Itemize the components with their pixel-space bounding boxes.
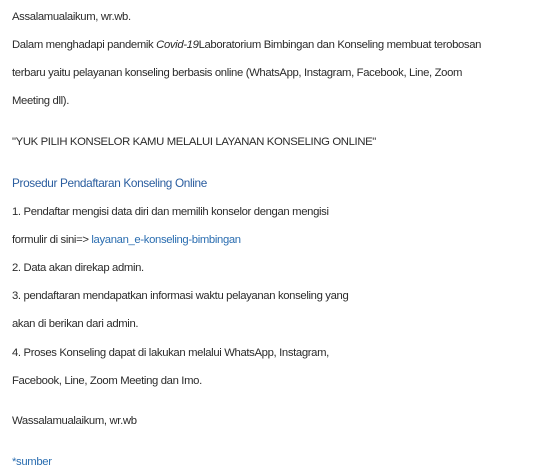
step-1-line-1: 1. Pendaftar mengisi data diri dan memil… [12, 206, 329, 218]
tagline-text: "YUK PILIH KONSELOR KAMU MELALUI LAYANAN… [12, 136, 376, 148]
intro-paragraph-line-1: Dalam menghadapi pandemik Covid-19Labora… [12, 38, 481, 52]
intro-text-end: Laboratorium Bimbingan dan Konseling mem… [198, 39, 482, 51]
step-2-text: 2. Data akan direkap admin. [12, 262, 144, 274]
intro-paragraph-line-3: Meeting dll). [12, 95, 69, 107]
registration-form-link[interactable]: layanan_e-konseling-bimbingan [91, 234, 241, 246]
source-link[interactable]: *sumber [12, 456, 52, 468]
step-1-line-2: formulir di sini=> layanan_e-konseling-b… [12, 233, 241, 247]
step-4-line-1: 4. Proses Konseling dapat di lakukan mel… [12, 347, 329, 359]
greeting-text: Assalamualaikum, wr.wb. [12, 11, 131, 23]
covid-emphasis: Covid-19 [156, 39, 199, 51]
step-4-line-2: Facebook, Line, Zoom Meeting dan Imo. [12, 375, 202, 387]
step-3-line-1: 3. pendaftaran mendapatkan informasi wak… [12, 290, 349, 302]
article-body: Assalamualaikum, wr.wb. Dalam menghadapi… [0, 0, 554, 470]
closing-text: Wassalamualaikum, wr.wb [12, 415, 137, 427]
step-3-line-2: akan di berikan dari admin. [12, 318, 139, 330]
intro-text-start: Dalam menghadapi pandemik [12, 39, 157, 51]
intro-paragraph-line-2: terbaru yaitu pelayanan konseling berbas… [12, 67, 463, 79]
step-1-form-label: formulir di sini=> [12, 234, 92, 246]
procedure-heading: Prosedur Pendaftaran Konseling Online [12, 176, 207, 190]
